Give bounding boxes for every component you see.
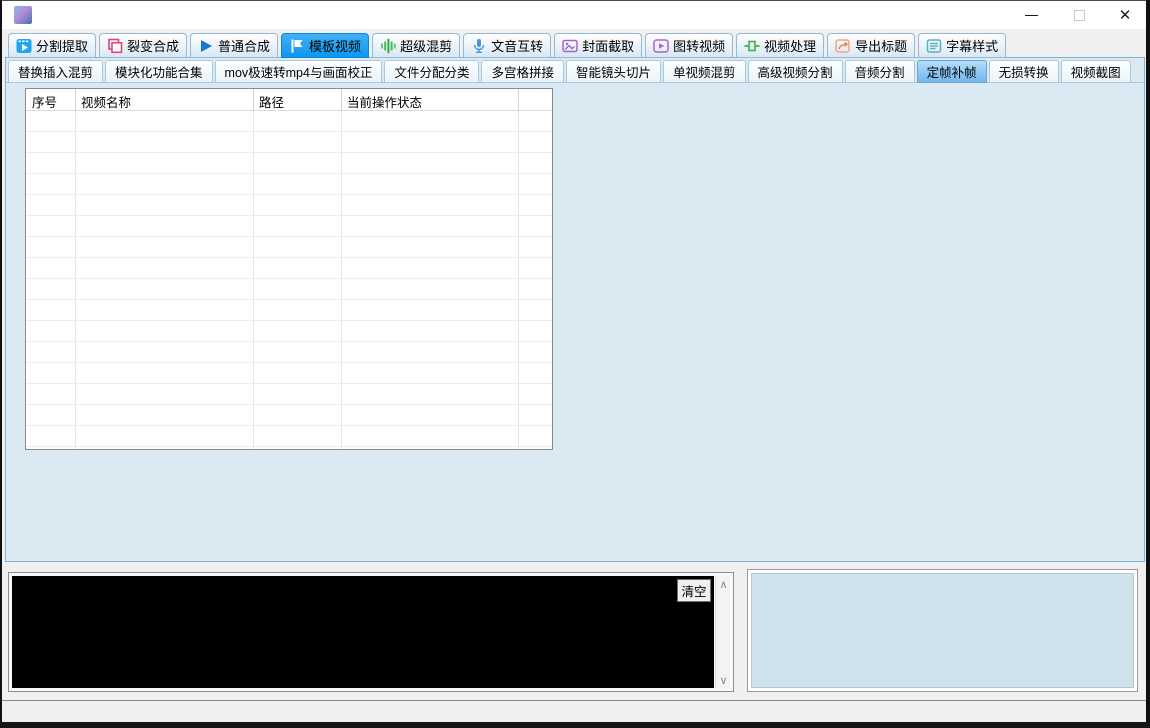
statusbar-divider [2, 700, 1146, 701]
tab-label: 普通合成 [218, 36, 270, 55]
subtab-label: 无损转换 [999, 62, 1049, 81]
subtab-advanced-split[interactable]: 高级视频分割 [748, 60, 843, 83]
tab-subtitle-style[interactable]: 字幕样式 [918, 33, 1006, 58]
header-separator [341, 89, 342, 111]
col-header-index[interactable]: 序号 [32, 92, 57, 111]
subtab-label: 定帧补帧 [927, 62, 977, 81]
bookmark-icon [289, 38, 305, 54]
maximize-icon [1074, 10, 1085, 21]
table-body [26, 111, 552, 449]
subtab-single-video-mix[interactable]: 单视频混剪 [663, 60, 746, 83]
subtab-label: 单视频混剪 [673, 62, 736, 81]
subtab-label: 替换插入混剪 [18, 62, 93, 81]
window-border-right [1146, 0, 1150, 722]
tab-label: 视频处理 [764, 36, 816, 55]
minimize-icon [1025, 15, 1038, 16]
play-box-icon [16, 38, 32, 54]
subtab-label: 视频截图 [1071, 62, 1121, 81]
tab-label: 导出标题 [855, 36, 907, 55]
log-clear-button[interactable]: 清空 [677, 579, 711, 602]
subtab-module-functions[interactable]: 模块化功能合集 [105, 60, 213, 83]
close-icon: ✕ [1119, 6, 1132, 24]
log-output [12, 576, 714, 688]
desktop-edge [0, 722, 1150, 728]
table-header: 序号 视频名称 路径 当前操作状态 [26, 89, 552, 111]
microphone-icon [471, 38, 487, 54]
minimize-button[interactable] [1014, 1, 1048, 29]
tab-label: 字幕样式 [946, 36, 998, 55]
subtab-label: 多宫格拼接 [491, 62, 554, 81]
subtab-label: mov极速转mp4与画面校正 [225, 62, 373, 81]
equalizer-icon [380, 38, 396, 54]
sub-tab-bar: 替换插入混剪 模块化功能合集 mov极速转mp4与画面校正 文件分配分类 多宫格… [8, 60, 1131, 83]
tab-label: 图转视频 [673, 36, 725, 55]
secondary-output-area [751, 573, 1134, 688]
copy-icon [107, 38, 123, 54]
tab-split-extract[interactable]: 分割提取 [8, 33, 96, 58]
header-separator [253, 89, 254, 111]
subtab-label: 音频分割 [855, 62, 905, 81]
play-icon [198, 38, 214, 54]
subtab-smart-shot-cut[interactable]: 智能镜头切片 [566, 60, 661, 83]
subtab-label: 模块化功能合集 [115, 62, 203, 81]
subtab-grid-stitch[interactable]: 多宫格拼接 [481, 60, 564, 83]
scroll-up-icon[interactable]: ∧ [716, 576, 731, 592]
subtab-label: 高级视频分割 [758, 62, 833, 81]
subtab-replace-insert-mix[interactable]: 替换插入混剪 [8, 60, 103, 83]
header-separator [75, 89, 76, 111]
log-panel: 清空 ∧ ∨ [8, 572, 734, 692]
tab-super-mix[interactable]: 超级混剪 [372, 33, 460, 58]
titlebar: ✕ [2, 1, 1146, 29]
window-border-left [0, 0, 2, 722]
main-tab-bar: 分割提取 裂变合成 普通合成 模板视频 超级混剪 文音互转 封面截取 图转视频 … [8, 33, 1006, 58]
maximize-button[interactable] [1062, 1, 1096, 29]
subtab-lossless-convert[interactable]: 无损转换 [989, 60, 1059, 83]
subtab-video-screenshot[interactable]: 视频截图 [1061, 60, 1131, 83]
tab-image-to-video[interactable]: 图转视频 [645, 33, 733, 58]
secondary-output-panel [747, 569, 1138, 692]
process-icon [744, 38, 760, 54]
tab-template-video[interactable]: 模板视频 [281, 33, 369, 58]
image-icon [562, 38, 578, 54]
status-bar [2, 701, 1146, 722]
subtab-mov-to-mp4[interactable]: mov极速转mp4与画面校正 [215, 60, 383, 83]
subtab-freeze-patch-frame[interactable]: 定帧补帧 [917, 60, 987, 83]
window-border-top [0, 0, 1150, 1]
tab-export-title[interactable]: 导出标题 [827, 33, 915, 58]
video-file-table: 序号 视频名称 路径 当前操作状态 [25, 88, 553, 450]
tab-text-audio-convert[interactable]: 文音互转 [463, 33, 551, 58]
tab-normal-compose[interactable]: 普通合成 [190, 33, 278, 58]
scroll-down-icon[interactable]: ∨ [716, 672, 731, 688]
tab-label: 分割提取 [36, 36, 88, 55]
tab-label: 封面截取 [582, 36, 634, 55]
close-button[interactable]: ✕ [1108, 1, 1142, 29]
log-scrollbar[interactable]: ∧ ∨ [715, 576, 730, 688]
app-icon [14, 6, 32, 24]
subtitle-icon [926, 38, 942, 54]
tab-label: 裂变合成 [127, 36, 179, 55]
tab-label: 文音互转 [491, 36, 543, 55]
tab-label: 模板视频 [309, 36, 361, 55]
col-header-path[interactable]: 路径 [259, 92, 284, 111]
export-icon [835, 38, 851, 54]
subtab-label: 智能镜头切片 [576, 62, 651, 81]
subtab-audio-split[interactable]: 音频分割 [845, 60, 915, 83]
image-play-icon [653, 38, 669, 54]
tab-video-process[interactable]: 视频处理 [736, 33, 824, 58]
col-header-name[interactable]: 视频名称 [81, 92, 131, 111]
subtab-file-classify[interactable]: 文件分配分类 [384, 60, 479, 83]
tab-fission-compose[interactable]: 裂变合成 [99, 33, 187, 58]
subtab-label: 文件分配分类 [394, 62, 469, 81]
tab-label: 超级混剪 [400, 36, 452, 55]
col-header-status[interactable]: 当前操作状态 [347, 92, 422, 111]
tab-cover-capture[interactable]: 封面截取 [554, 33, 642, 58]
header-separator [518, 89, 519, 111]
